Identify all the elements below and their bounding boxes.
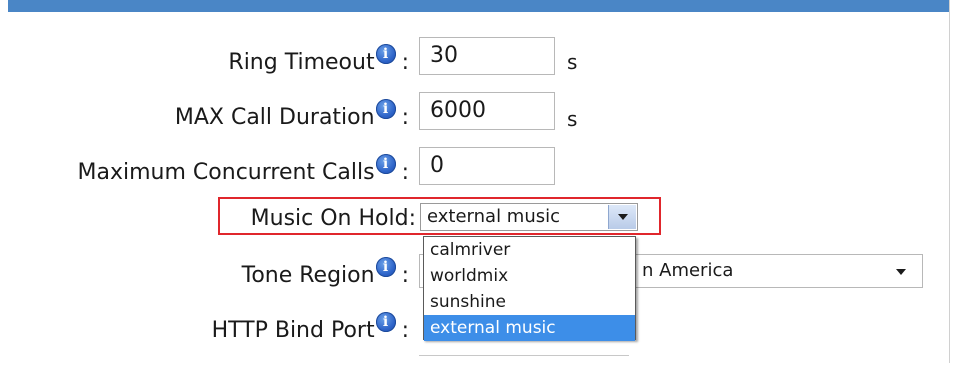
partial-next-row	[419, 355, 629, 368]
music-on-hold-dropdown-list[interactable]: calmriver worldmix sunshine external mus…	[423, 236, 636, 341]
ring-timeout-label: Ring Timeout i :	[228, 44, 409, 76]
music-on-hold-label: Music On Hold :	[251, 206, 416, 232]
colon: :	[401, 160, 409, 185]
dropdown-option-worldmix[interactable]: worldmix	[424, 263, 635, 289]
left-strip	[0, 0, 8, 363]
info-icon[interactable]: i	[375, 257, 396, 277]
info-icon[interactable]: i	[375, 44, 396, 64]
chevron-down-icon[interactable]	[608, 205, 636, 229]
ring-timeout-input[interactable]: 30	[419, 37, 555, 75]
max-call-duration-label-text: MAX Call Duration	[174, 105, 375, 130]
max-concurrent-calls-label: Maximum Concurrent Calls i :	[77, 154, 409, 186]
music-on-hold-selected-value: external music	[427, 206, 561, 227]
dropdown-option-external-music[interactable]: external music	[424, 315, 635, 341]
tone-region-value: n America	[642, 260, 734, 281]
max-concurrent-calls-input[interactable]: 0	[419, 147, 555, 185]
colon: :	[401, 50, 409, 75]
http-bind-port-label: HTTP Bind Port i :	[211, 312, 409, 344]
tone-region-label: Tone Region i :	[241, 257, 409, 289]
colon: :	[401, 263, 409, 288]
chevron-down-icon[interactable]	[896, 269, 906, 275]
ring-timeout-unit: s	[567, 50, 578, 74]
colon: :	[401, 105, 409, 130]
info-icon[interactable]: i	[375, 154, 396, 174]
max-call-duration-input[interactable]: 6000	[419, 92, 555, 130]
dropdown-option-sunshine[interactable]: sunshine	[424, 289, 635, 315]
colon: :	[401, 318, 409, 343]
ring-timeout-label-text: Ring Timeout	[228, 50, 375, 75]
music-on-hold-label-text: Music On Hold	[250, 206, 409, 231]
dropdown-option-calmriver[interactable]: calmriver	[424, 237, 635, 263]
music-on-hold-select[interactable]: external music	[420, 203, 638, 231]
tone-region-label-text: Tone Region	[241, 263, 375, 288]
top-bar	[8, 0, 949, 12]
max-concurrent-calls-label-text: Maximum Concurrent Calls	[77, 160, 375, 185]
colon: :	[408, 206, 416, 231]
http-bind-port-label-text: HTTP Bind Port	[211, 318, 375, 343]
info-icon[interactable]: i	[375, 312, 396, 332]
right-border	[949, 0, 957, 363]
max-call-duration-label: MAX Call Duration i :	[174, 99, 409, 131]
max-call-duration-unit: s	[567, 107, 578, 131]
info-icon[interactable]: i	[375, 99, 396, 119]
